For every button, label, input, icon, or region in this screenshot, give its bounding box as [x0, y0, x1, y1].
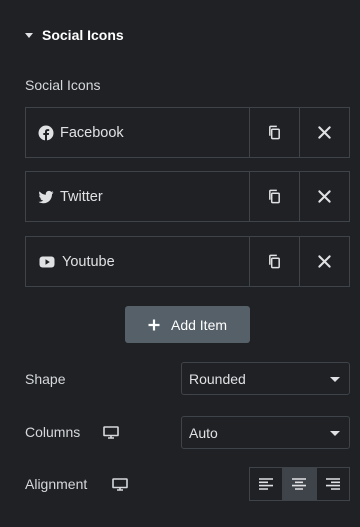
- repeater-item-title[interactable]: Youtube: [26, 237, 249, 286]
- chevron-down-icon: [330, 377, 340, 382]
- repeater-item-title[interactable]: Twitter: [26, 172, 249, 221]
- align-center-button[interactable]: [282, 468, 316, 500]
- close-icon: [318, 255, 331, 268]
- section-title: Social Icons: [42, 27, 124, 43]
- repeater-item-label: Youtube: [62, 253, 115, 270]
- social-icons-panel: Social Icons Social Icons Facebook Twitt…: [0, 0, 360, 527]
- copy-icon: [269, 189, 280, 204]
- duplicate-button[interactable]: [249, 108, 299, 157]
- desktop-icon[interactable]: [112, 478, 128, 491]
- align-right-icon: [325, 478, 340, 490]
- repeater-item-twitter: Twitter: [25, 171, 350, 222]
- chevron-down-icon: [330, 431, 340, 436]
- align-left-icon: [259, 478, 274, 490]
- align-left-button[interactable]: [250, 468, 282, 500]
- remove-button[interactable]: [299, 237, 349, 286]
- repeater-item-title[interactable]: Facebook: [26, 108, 249, 157]
- repeater-item-label: Facebook: [60, 124, 124, 141]
- remove-button[interactable]: [299, 172, 349, 221]
- columns-select[interactable]: Auto: [181, 416, 350, 449]
- youtube-icon: [39, 256, 55, 267]
- copy-icon: [269, 125, 280, 140]
- repeater-item-label: Twitter: [60, 188, 103, 205]
- close-icon: [318, 126, 331, 139]
- alignment-label: Alignment: [25, 476, 88, 492]
- shape-select[interactable]: Rounded: [181, 362, 350, 395]
- align-right-button[interactable]: [315, 468, 349, 500]
- add-item-button[interactable]: Add Item: [125, 306, 250, 343]
- repeater-item-youtube: Youtube: [25, 236, 350, 287]
- columns-select-value: Auto: [189, 424, 218, 441]
- caret-down-icon: [25, 32, 33, 38]
- close-icon: [318, 190, 331, 203]
- align-center-icon: [292, 478, 307, 490]
- duplicate-button[interactable]: [249, 237, 299, 286]
- copy-icon: [269, 254, 280, 269]
- facebook-icon: [38, 125, 54, 141]
- alignment-choices: [249, 467, 350, 501]
- desktop-icon[interactable]: [103, 426, 119, 439]
- add-item-label: Add Item: [170, 316, 228, 333]
- plus-icon: [148, 319, 160, 330]
- shape-label: Shape: [25, 371, 66, 387]
- columns-label: Columns: [25, 424, 81, 440]
- remove-button[interactable]: [299, 108, 349, 157]
- twitter-icon: [38, 190, 54, 203]
- repeater-label: Social Icons: [25, 77, 101, 93]
- repeater-item-facebook: Facebook: [25, 107, 350, 158]
- shape-select-value: Rounded: [189, 370, 246, 387]
- section-header[interactable]: Social Icons: [25, 25, 124, 45]
- duplicate-button[interactable]: [249, 172, 299, 221]
